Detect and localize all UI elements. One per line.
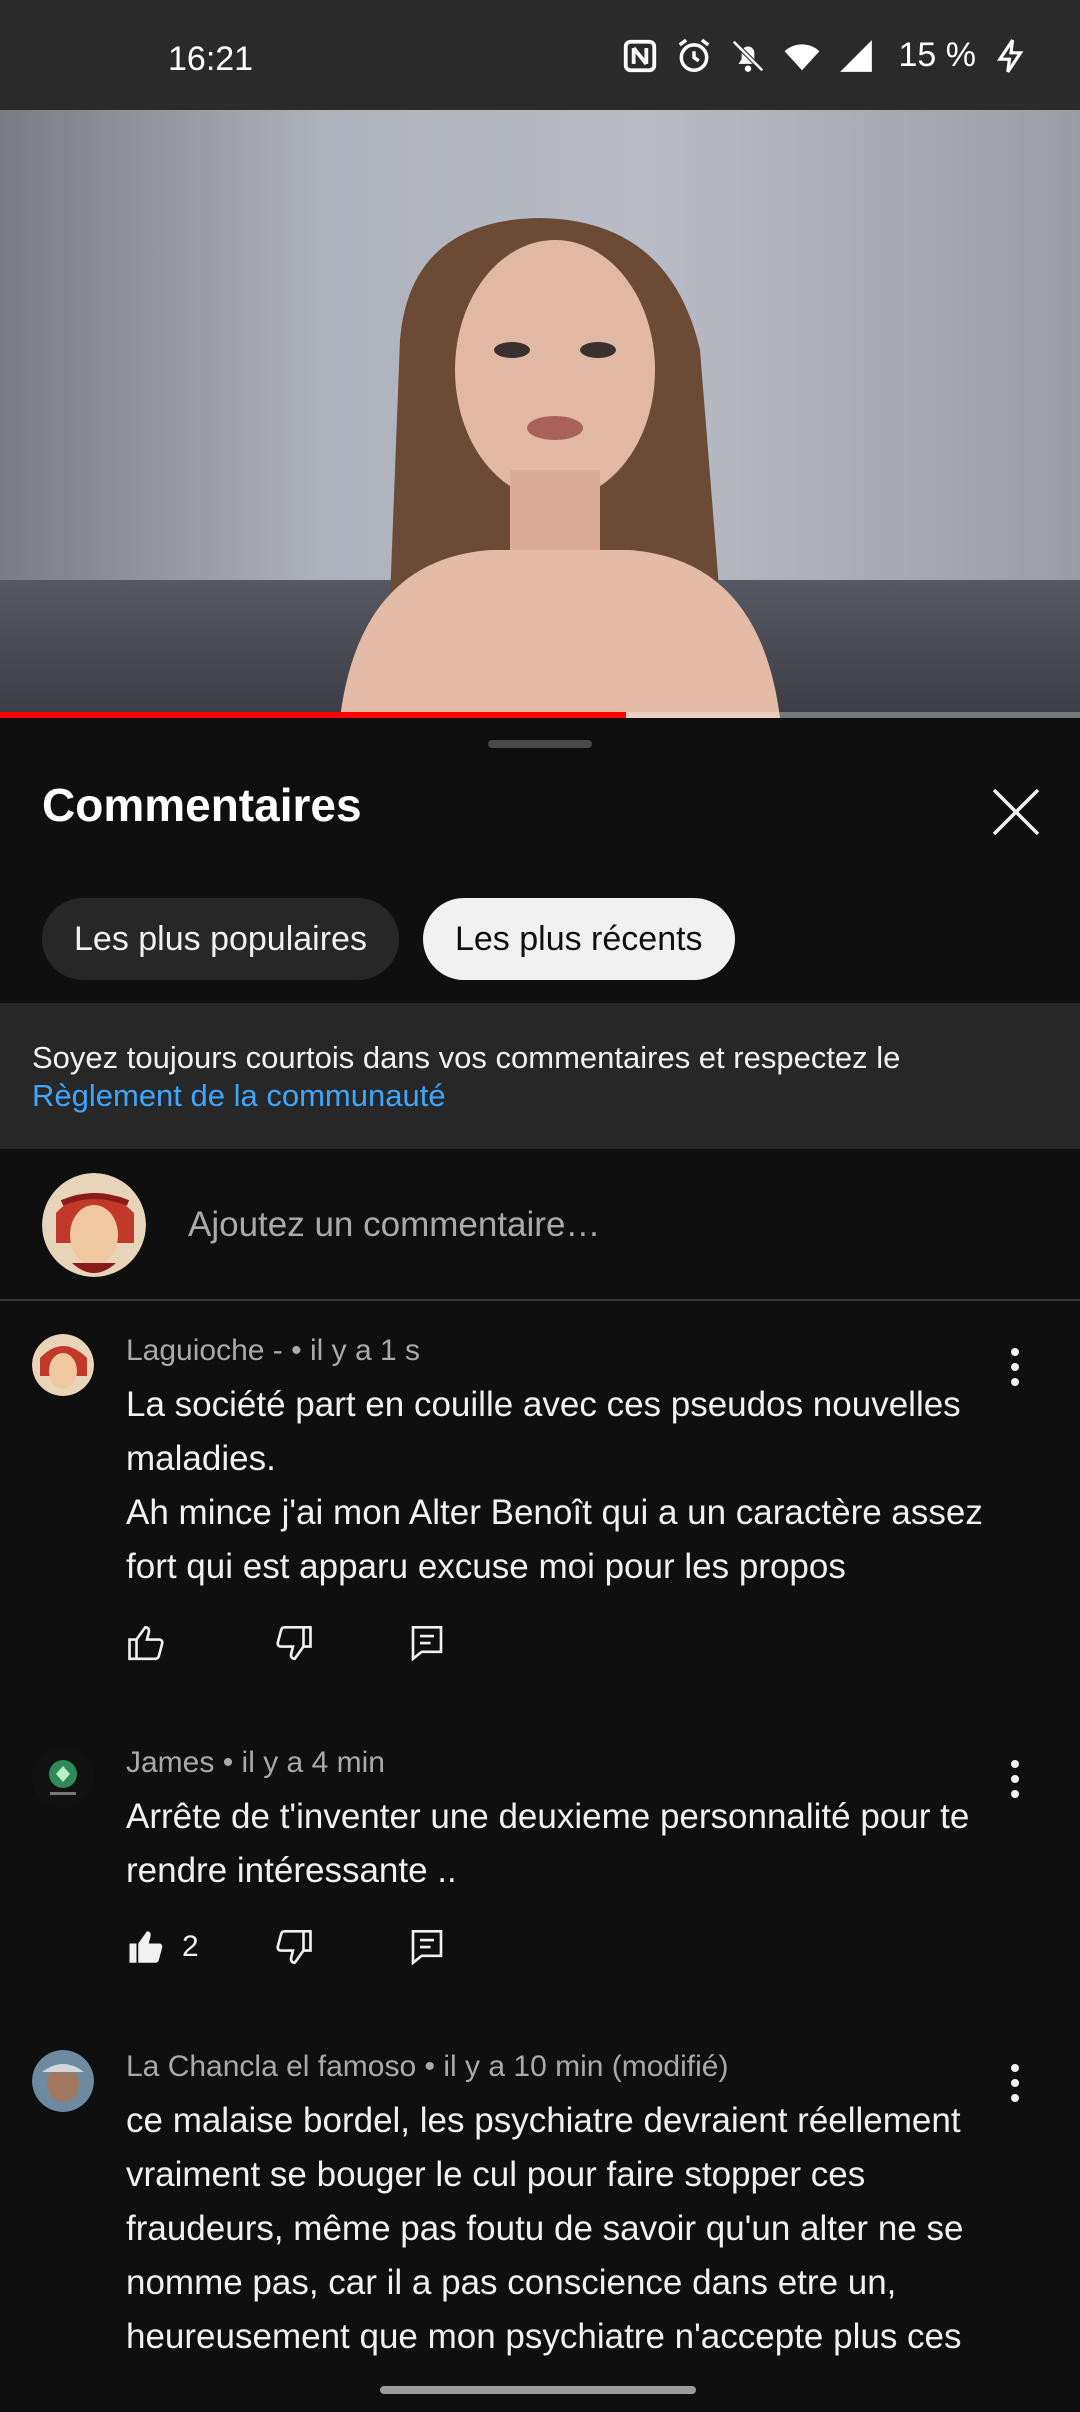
comment-paragraph: Arrête de t'inventer une deuxieme person… bbox=[126, 1797, 970, 1890]
comment-avatar[interactable] bbox=[32, 2050, 94, 2112]
chip-most-recent[interactable]: Les plus récents bbox=[422, 898, 735, 980]
comment-avatar[interactable] bbox=[32, 1334, 94, 1396]
battery-level: 15 % bbox=[898, 36, 977, 74]
comment-meta: James • il y a 4 min bbox=[126, 1746, 385, 1779]
thumb-down-icon bbox=[276, 1929, 312, 1965]
comment-actions bbox=[126, 1622, 448, 1664]
comment-text: Arrête de t'inventer une deuxieme person… bbox=[126, 1790, 1026, 1898]
notice-text-block: Soyez toujours courtois dans vos comment… bbox=[32, 1039, 1042, 1115]
bell-off-icon bbox=[731, 39, 764, 72]
thumb-up-filled-icon bbox=[129, 1931, 163, 1963]
community-guidelines-link[interactable]: Règlement de la communauté bbox=[32, 1078, 446, 1113]
alarm-icon bbox=[678, 38, 709, 72]
comment-paragraph: ce malaise bordel, les psychiatre devrai… bbox=[126, 2101, 964, 2356]
like-count: 2 bbox=[182, 1930, 199, 1963]
thumb-down-icon bbox=[276, 1625, 312, 1661]
wifi-icon bbox=[784, 43, 819, 70]
reply-button[interactable] bbox=[406, 1926, 448, 1968]
like-button[interactable]: 2 bbox=[126, 1926, 272, 1968]
thumb-up-icon bbox=[128, 1625, 164, 1661]
like-button[interactable] bbox=[126, 1622, 272, 1664]
video-person bbox=[340, 218, 780, 718]
dislike-button[interactable] bbox=[272, 1622, 406, 1664]
add-comment-row[interactable]: Ajoutez un commentaire… bbox=[0, 1149, 1080, 1301]
comment-time: il y a 1 s bbox=[309, 1334, 421, 1367]
comment-time: il y a 10 min (modifié) bbox=[443, 2050, 729, 2083]
comment-avatar[interactable] bbox=[32, 1746, 94, 1808]
comment-text: La société part en couille avec ces pseu… bbox=[126, 1378, 1026, 1594]
nfc-icon bbox=[623, 39, 656, 72]
comment-meta: La Chancla el famoso • il y a 10 min (mo… bbox=[126, 2050, 729, 2083]
user-avatar bbox=[42, 1173, 146, 1277]
comment-time: il y a 4 min bbox=[241, 1746, 385, 1779]
status-time: 16:21 bbox=[168, 40, 254, 78]
add-comment-input[interactable]: Ajoutez un commentaire… bbox=[188, 1205, 600, 1245]
comment-author[interactable]: James bbox=[126, 1746, 214, 1779]
status-icons: 15 % bbox=[621, 36, 1031, 75]
sort-chips: Les plus populaires Les plus récents bbox=[42, 898, 735, 980]
comment-author[interactable]: Laguioche - bbox=[126, 1334, 283, 1367]
community-notice: Soyez toujours courtois dans vos comment… bbox=[0, 1003, 1080, 1149]
gesture-nav-bar[interactable] bbox=[380, 2386, 696, 2394]
close-icon[interactable] bbox=[990, 786, 1042, 838]
reply-button[interactable] bbox=[406, 1622, 448, 1664]
comment-actions: 2 bbox=[126, 1926, 448, 1968]
comment-paragraph: La société part en couille avec ces pseu… bbox=[126, 1385, 961, 1478]
video-player[interactable] bbox=[0, 110, 1080, 718]
drag-handle[interactable] bbox=[488, 740, 592, 748]
signal-icon bbox=[839, 39, 872, 72]
comment-author[interactable]: La Chancla el famoso bbox=[126, 2050, 416, 2083]
chip-most-popular[interactable]: Les plus populaires bbox=[42, 898, 399, 980]
comment-paragraph: Ah mince j'ai mon Alter Benoît qui a un … bbox=[126, 1493, 983, 1586]
comments-sheet: Commentaires Les plus populaires Les plu… bbox=[0, 718, 1080, 2412]
comment-meta: Laguioche - • il y a 1 s bbox=[126, 1334, 421, 1367]
comment-text: ce malaise bordel, les psychiatre devrai… bbox=[126, 2094, 1026, 2364]
status-bar: 16:21 15 % bbox=[0, 0, 1080, 110]
sheet-title: Commentaires bbox=[42, 779, 362, 831]
reply-icon bbox=[411, 1929, 443, 1966]
reply-icon bbox=[411, 1625, 443, 1662]
dislike-button[interactable] bbox=[272, 1926, 406, 1968]
charging-icon bbox=[996, 38, 1024, 73]
notice-text: Soyez toujours courtois dans vos comment… bbox=[32, 1040, 901, 1075]
